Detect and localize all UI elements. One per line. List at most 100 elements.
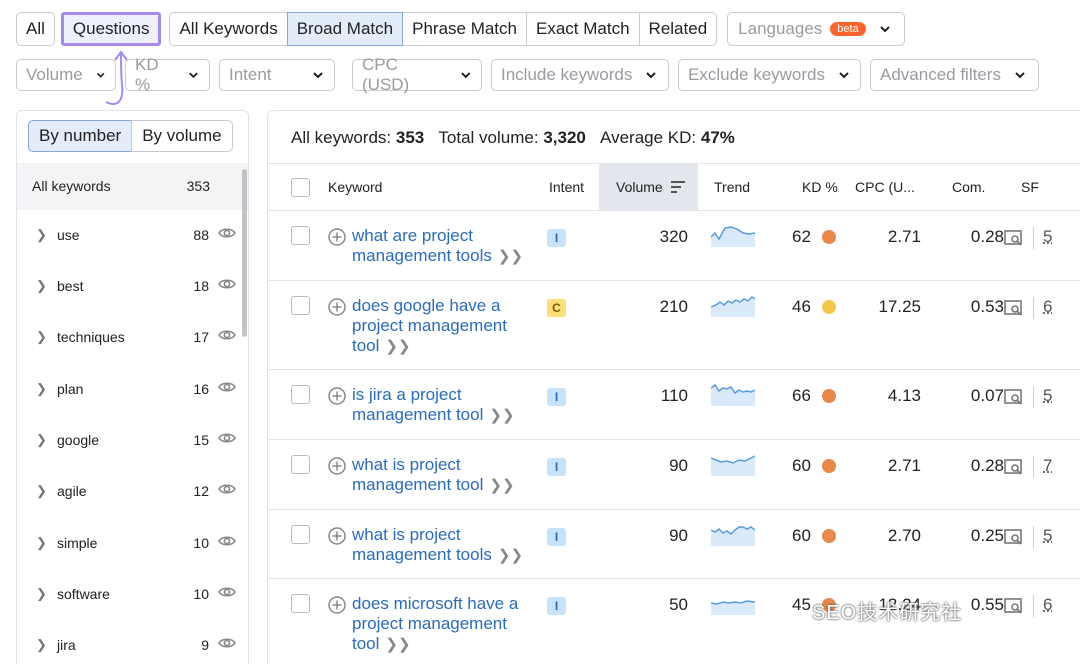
keyword-text: does microsoft have a project management…	[352, 594, 518, 653]
row-checkbox[interactable]	[291, 296, 310, 315]
row-checkbox[interactable]	[291, 594, 310, 613]
add-keyword-icon[interactable]	[328, 387, 346, 405]
sort-icon[interactable]	[671, 181, 685, 193]
tab-all[interactable]: All	[16, 12, 55, 46]
serp-features-icon[interactable]	[1004, 529, 1024, 545]
competition-value: 0.25	[971, 526, 1004, 546]
list-item[interactable]: ❯ best 18	[17, 261, 249, 312]
add-keyword-icon[interactable]	[328, 527, 346, 545]
filter-include-keywords[interactable]: Include keywords	[491, 59, 669, 91]
eye-icon[interactable]	[218, 585, 236, 599]
filter-intent[interactable]: Intent	[219, 59, 335, 91]
keyword-link[interactable]: what is project management tools ❯❯	[352, 525, 532, 566]
table-row: what is project management tool ❯❯ I 90 6…	[268, 440, 1080, 510]
header-trend[interactable]: Trend	[714, 179, 750, 195]
group-sort-toggle: By number By volume	[28, 120, 233, 152]
double-chevron-icon[interactable]: ❯❯	[489, 477, 514, 494]
eye-icon[interactable]	[218, 328, 236, 342]
kd-value: 60	[792, 456, 811, 476]
tab-questions[interactable]: Questions	[61, 12, 162, 46]
eye-icon[interactable]	[218, 431, 236, 445]
sf-count[interactable]: 5	[1043, 227, 1052, 247]
list-item[interactable]: ❯ agile 12	[17, 466, 249, 517]
list-item[interactable]: ❯ simple 10	[17, 518, 249, 569]
competition-value: 0.53	[971, 297, 1004, 317]
row-checkbox[interactable]	[291, 226, 310, 245]
languages-dropdown[interactable]: Languages beta	[727, 12, 905, 46]
header-intent[interactable]: Intent	[549, 179, 584, 195]
double-chevron-icon[interactable]: ❯❯	[385, 636, 410, 653]
group-count: 17	[193, 329, 209, 345]
chevron-down-icon	[459, 68, 472, 82]
tab-exact-match[interactable]: Exact Match	[526, 12, 640, 46]
filter-cpc[interactable]: CPC (USD)	[352, 59, 482, 91]
tab-all-keywords[interactable]: All Keywords	[169, 12, 287, 46]
row-checkbox[interactable]	[291, 525, 310, 544]
sf-count[interactable]: 5	[1043, 526, 1052, 546]
all-keywords-summary-label: All keywords:	[291, 128, 391, 147]
volume-value: 90	[669, 456, 688, 476]
sf-count[interactable]: 6	[1043, 297, 1052, 317]
serp-features-icon[interactable]	[1004, 230, 1024, 246]
by-volume-button[interactable]: By volume	[131, 120, 232, 152]
chevron-down-icon	[837, 68, 851, 82]
list-item[interactable]: ❯ software 10	[17, 569, 249, 620]
eye-icon[interactable]	[218, 636, 236, 650]
double-chevron-icon[interactable]: ❯❯	[498, 248, 523, 265]
list-item[interactable]: ❯ google 15	[17, 415, 249, 466]
list-item[interactable]: ❯ plan 16	[17, 364, 249, 415]
double-chevron-icon[interactable]: ❯❯	[385, 338, 410, 355]
keyword-link[interactable]: does microsoft have a project management…	[352, 594, 532, 655]
list-item[interactable]: ❯ use 88	[17, 210, 249, 261]
select-all-checkbox[interactable]	[291, 178, 310, 197]
add-keyword-icon[interactable]	[328, 596, 346, 614]
add-keyword-icon[interactable]	[328, 228, 346, 246]
serp-features-icon[interactable]	[1004, 300, 1024, 316]
double-chevron-icon[interactable]: ❯❯	[489, 407, 514, 424]
serp-features-icon[interactable]	[1004, 389, 1024, 405]
row-checkbox[interactable]	[291, 455, 310, 474]
trend-sparkline	[711, 522, 755, 546]
header-volume[interactable]: Volume	[616, 179, 663, 195]
list-item[interactable]: ❯ jira 9	[17, 620, 249, 664]
tab-broad-match[interactable]: Broad Match	[287, 12, 403, 46]
all-keywords-group[interactable]: All keywords 353	[17, 163, 249, 210]
sf-count[interactable]: 7	[1043, 456, 1052, 476]
header-com[interactable]: Com.	[952, 179, 985, 195]
keyword-link[interactable]: does google have a project management to…	[352, 296, 532, 357]
languages-label: Languages	[738, 19, 822, 39]
list-item[interactable]: ❯ techniques 17	[17, 312, 249, 363]
serp-features-icon[interactable]	[1004, 598, 1024, 614]
header-cpc[interactable]: CPC (U...	[855, 179, 915, 195]
serp-features-icon[interactable]	[1004, 459, 1024, 475]
eye-icon[interactable]	[218, 226, 236, 240]
add-keyword-icon[interactable]	[328, 298, 346, 316]
group-label: simple	[57, 535, 97, 551]
tab-related[interactable]: Related	[639, 12, 718, 46]
by-number-button[interactable]: By number	[28, 120, 132, 152]
eye-icon[interactable]	[218, 482, 236, 496]
sf-count[interactable]: 6	[1043, 595, 1052, 615]
sf-count[interactable]: 5	[1043, 386, 1052, 406]
intent-badge: I	[547, 528, 566, 546]
row-checkbox[interactable]	[291, 385, 310, 404]
keyword-link[interactable]: what is project management tool ❯❯	[352, 455, 532, 496]
tab-phrase-match[interactable]: Phrase Match	[402, 12, 527, 46]
header-sf[interactable]: SF	[1021, 179, 1039, 195]
filter-include-label: Include keywords	[501, 65, 632, 85]
eye-icon[interactable]	[218, 534, 236, 548]
double-chevron-icon[interactable]: ❯❯	[498, 547, 523, 564]
eye-icon[interactable]	[218, 380, 236, 394]
add-keyword-icon[interactable]	[328, 457, 346, 475]
header-keyword[interactable]: Keyword	[328, 179, 382, 195]
group-label: jira	[57, 637, 76, 653]
keyword-link[interactable]: what are project management tools ❯❯	[352, 226, 532, 267]
filter-exclude-keywords[interactable]: Exclude keywords	[678, 59, 861, 91]
filter-advanced[interactable]: Advanced filters	[870, 59, 1039, 91]
eye-icon[interactable]	[218, 277, 236, 291]
group-label: use	[57, 227, 80, 243]
header-kd[interactable]: KD %	[802, 179, 838, 195]
keyword-link[interactable]: is jira a project management tool ❯❯	[352, 385, 532, 426]
group-label: software	[57, 586, 110, 602]
kd-value: 45	[792, 595, 811, 615]
